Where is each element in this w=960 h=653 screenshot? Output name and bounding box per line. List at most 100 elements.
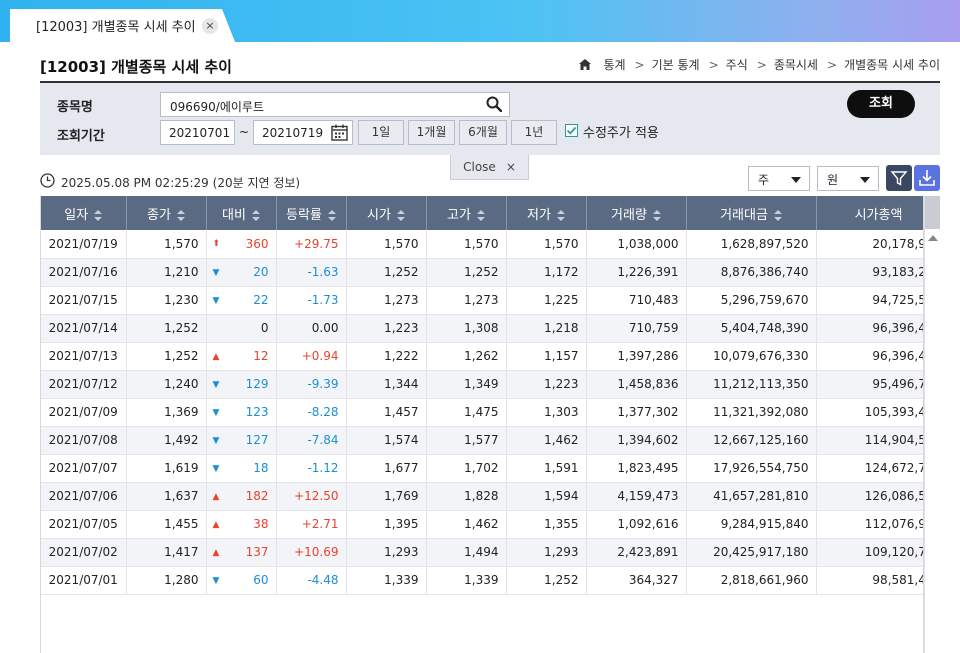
- cell-mcap: 109,120,78: [816, 538, 923, 567]
- table-row[interactable]: 2021/07/15 1,230 ▼ 22 -1.73 1,273 1,273 1,225 71…: [41, 286, 923, 315]
- download-button[interactable]: [914, 165, 940, 191]
- column-header[interactable]: 거래량: [586, 196, 687, 230]
- upper-limit-arrow-icon: ⬆: [212, 239, 221, 249]
- stock-name-input[interactable]: 096690/에이루트: [160, 92, 510, 117]
- column-header[interactable]: 등락률: [276, 196, 347, 230]
- cell-rate: 0.00: [276, 314, 347, 343]
- date-range-separator: ~: [239, 125, 250, 139]
- cell-volume: 2,423,891: [586, 538, 687, 567]
- up-triangle-icon: ▲: [212, 519, 220, 530]
- cell-rate: +10.69: [276, 538, 347, 567]
- sort-icon[interactable]: [396, 209, 405, 221]
- table-row[interactable]: 2021/07/19 1,570 ⬆ 360 +29.75 1,570 1,570 1,570…: [41, 230, 923, 259]
- sort-icon[interactable]: [652, 209, 661, 221]
- sort-icon[interactable]: [251, 209, 260, 221]
- sort-icon[interactable]: [773, 209, 782, 221]
- column-header[interactable]: 거래대금: [686, 196, 817, 230]
- home-icon[interactable]: [579, 59, 592, 70]
- cell-close: 1,252: [126, 314, 207, 343]
- cell-rate: +12.50: [276, 482, 347, 511]
- cell-rate: -1.63: [276, 258, 347, 287]
- breadcrumb-item[interactable]: 기본 통계: [652, 56, 700, 73]
- change-value: 182: [245, 489, 269, 503]
- table-row[interactable]: 2021/07/07 1,619 ▼ 18 -1.12 1,677 1,702 1,591 1,…: [41, 454, 923, 483]
- currency-unit-value: 원: [827, 173, 839, 187]
- table-row[interactable]: 2021/07/01 1,280 ▼ 60 -4.48 1,339 1,339 1,252 36…: [41, 566, 923, 595]
- column-header[interactable]: 저가: [506, 196, 587, 230]
- cell-open: 1,574: [346, 426, 427, 455]
- cell-high: 1,702: [426, 454, 507, 483]
- close-panel-button[interactable]: Close ×: [450, 155, 529, 180]
- sort-icon[interactable]: [327, 209, 336, 221]
- table-row[interactable]: 2021/07/08 1,492 ▼ 127 -7.84 1,574 1,577 1,462 1…: [41, 426, 923, 455]
- breadcrumb-item[interactable]: 통계: [603, 56, 625, 73]
- adjusted-price-checkbox[interactable]: [565, 124, 578, 137]
- currency-unit-select[interactable]: 원: [817, 166, 879, 191]
- down-triangle-icon: ▼: [212, 407, 220, 418]
- breadcrumb-item[interactable]: 종목시세: [774, 56, 818, 73]
- period-1y-button[interactable]: 1년: [511, 120, 557, 145]
- cell-high: 1,273: [426, 286, 507, 315]
- table-row[interactable]: 2021/07/05 1,455 ▲ 38 +2.71 1,395 1,462 1,355 1,…: [41, 510, 923, 539]
- period-1d-button[interactable]: 1일: [358, 120, 404, 145]
- cell-amount: 20,425,917,180: [686, 538, 817, 567]
- cell-close: 1,417: [126, 538, 207, 567]
- vertical-scrollbar[interactable]: [924, 196, 940, 653]
- cell-close: 1,210: [126, 258, 207, 287]
- table-row[interactable]: 2021/07/06 1,637 ▲ 182 +12.50 1,769 1,828 1,594…: [41, 482, 923, 511]
- chevron-right-icon: >: [634, 57, 645, 72]
- table-row[interactable]: 2021/07/14 1,252 0 0.00 1,223 1,308 1,218 710,7…: [41, 314, 923, 343]
- filter-button[interactable]: [886, 165, 912, 191]
- scroll-up-arrow-icon[interactable]: [928, 235, 938, 241]
- breadcrumb-item[interactable]: 개별종목 시세 추이: [844, 56, 940, 73]
- period-6m-button[interactable]: 6개월: [459, 120, 507, 145]
- cell-mcap: 124,672,74: [816, 454, 923, 483]
- table-row[interactable]: 2021/07/16 1,210 ▼ 20 -1.63 1,252 1,252 1,172 1,…: [41, 258, 923, 287]
- period-1m-button[interactable]: 1개월: [408, 120, 455, 145]
- column-header[interactable]: 시가총액: [816, 196, 923, 230]
- scrollbar-thumb[interactable]: [925, 196, 940, 229]
- cell-diff: ▼ 129: [206, 370, 277, 399]
- down-triangle-icon: ▼: [212, 435, 220, 446]
- column-header-label: 거래량: [611, 207, 647, 223]
- calendar-icon[interactable]: [331, 124, 348, 141]
- cell-open: 1,222: [346, 342, 427, 371]
- column-header[interactable]: 일자: [41, 196, 127, 230]
- chevron-right-icon: >: [756, 57, 767, 72]
- cell-volume: 1,458,836: [586, 370, 687, 399]
- change-value: 60: [253, 573, 269, 587]
- column-header[interactable]: 대비: [206, 196, 277, 230]
- column-header[interactable]: 고가: [426, 196, 507, 230]
- search-icon[interactable]: [486, 96, 502, 112]
- adjusted-price-label: 수정주가 적용: [583, 126, 659, 141]
- cell-open: 1,339: [346, 566, 427, 595]
- cell-mcap: 93,183,23: [816, 258, 923, 287]
- query-button[interactable]: 조회: [847, 90, 915, 118]
- period-unit-select[interactable]: 주: [748, 166, 810, 191]
- period-unit-value: 주: [758, 173, 770, 187]
- cell-low: 1,157: [506, 342, 587, 371]
- column-header[interactable]: 종가: [126, 196, 207, 230]
- cell-amount: 11,212,113,350: [686, 370, 817, 399]
- cell-high: 1,570: [426, 230, 507, 259]
- sort-icon[interactable]: [94, 209, 103, 221]
- cell-low: 1,172: [506, 258, 587, 287]
- table-row[interactable]: 2021/07/02 1,417 ▲ 137 +10.69 1,293 1,494 1,293…: [41, 538, 923, 567]
- tab-close-icon[interactable]: ×: [202, 18, 218, 34]
- table-row[interactable]: 2021/07/09 1,369 ▼ 123 -8.28 1,457 1,475 1,303 1…: [41, 398, 923, 427]
- cell-low: 1,594: [506, 482, 587, 511]
- date-from-input[interactable]: 20210701: [160, 120, 235, 145]
- column-header[interactable]: 시가: [346, 196, 427, 230]
- cell-open: 1,252: [346, 258, 427, 287]
- cell-mcap: 105,393,45: [816, 398, 923, 427]
- cell-mcap: 96,396,45: [816, 314, 923, 343]
- cell-amount: 41,657,281,810: [686, 482, 817, 511]
- table-row[interactable]: 2021/07/13 1,252 ▲ 12 +0.94 1,222 1,262 1,157 1,…: [41, 342, 923, 371]
- sort-icon[interactable]: [476, 209, 485, 221]
- cell-amount: 12,667,125,160: [686, 426, 817, 455]
- breadcrumb-item[interactable]: 주식: [726, 56, 748, 73]
- table-row[interactable]: 2021/07/12 1,240 ▼ 129 -9.39 1,344 1,349 1,223 1…: [41, 370, 923, 399]
- sort-icon[interactable]: [556, 209, 565, 221]
- sort-icon[interactable]: [176, 209, 185, 221]
- cell-close: 1,637: [126, 482, 207, 511]
